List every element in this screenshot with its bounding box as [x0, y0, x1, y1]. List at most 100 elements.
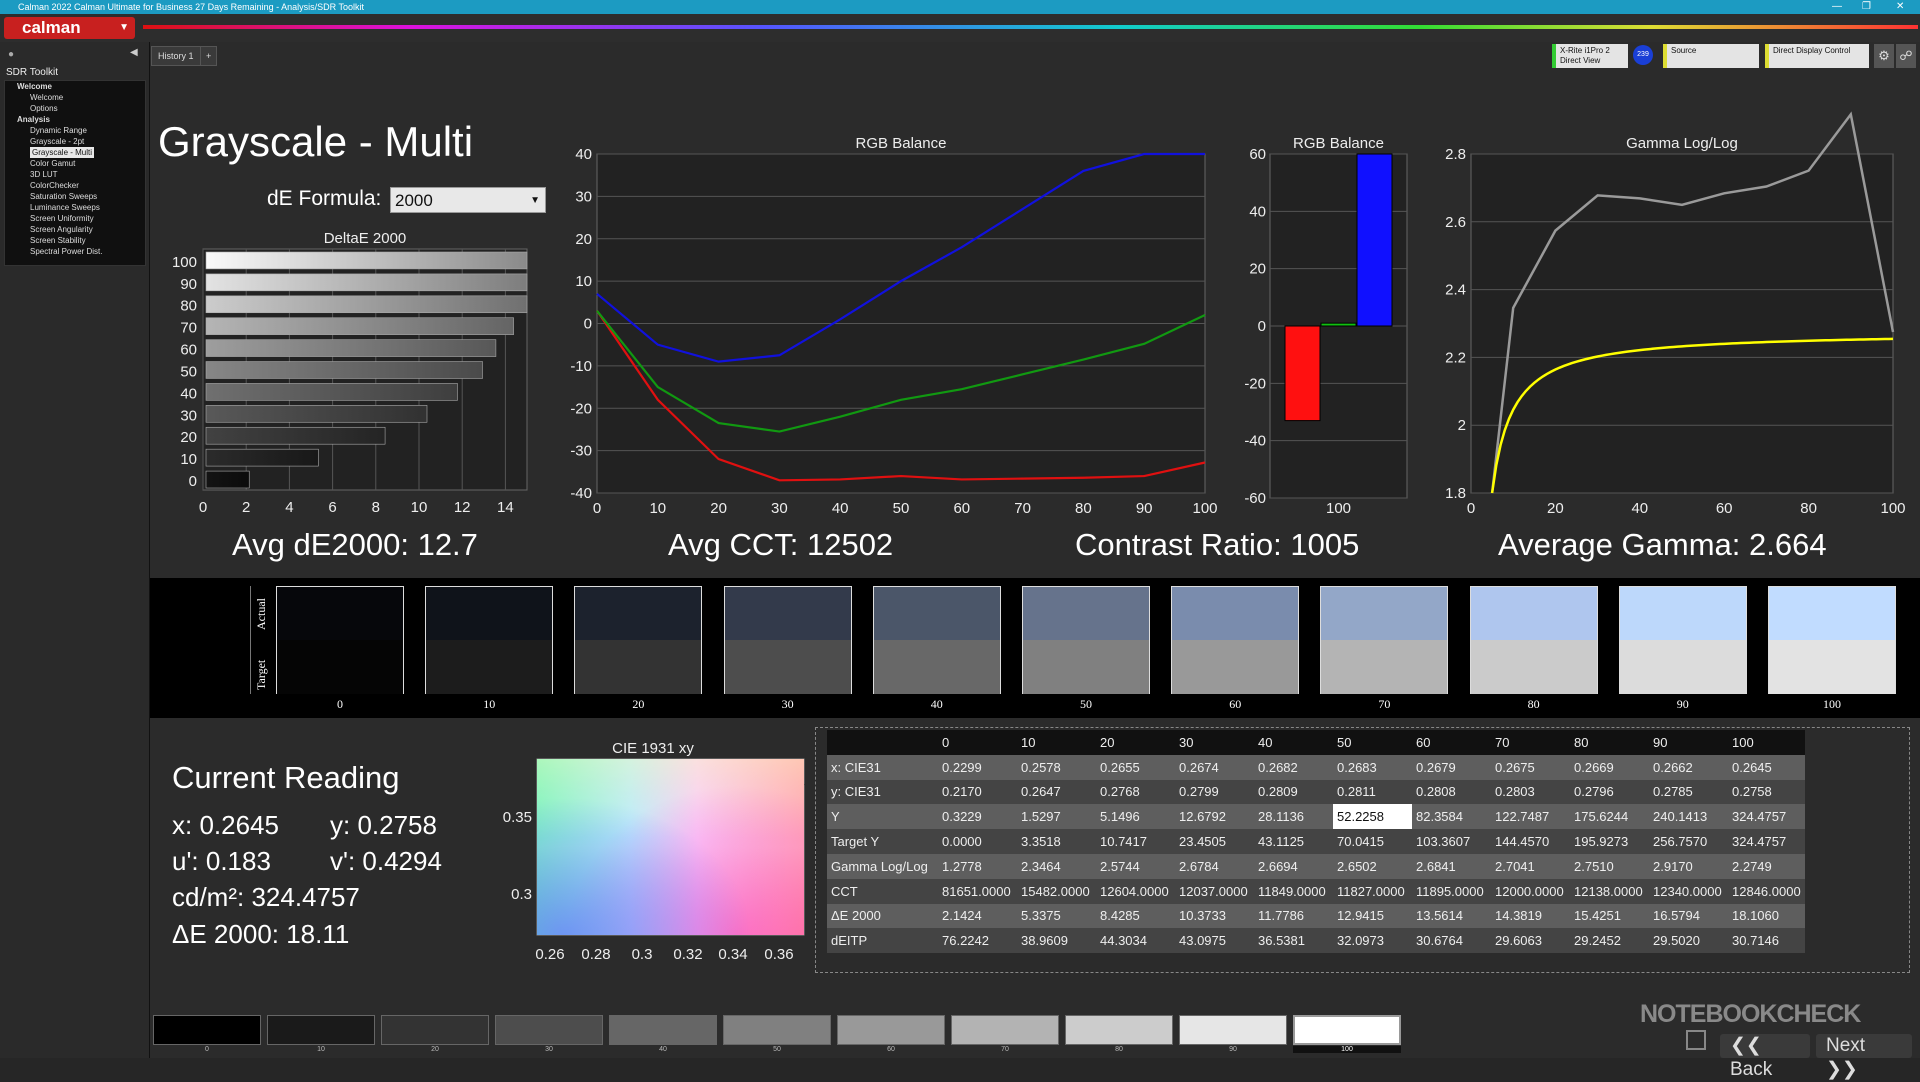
table-cell[interactable]: 0.2645	[1728, 754, 1805, 780]
table-cell[interactable]: 0.0000	[938, 829, 1017, 854]
patch-button[interactable]	[1065, 1015, 1173, 1045]
table-cell[interactable]: 5.3375	[1017, 903, 1096, 929]
table-cell[interactable]: 11849.0000	[1254, 878, 1333, 904]
table-cell[interactable]: 0.2811	[1333, 779, 1412, 805]
table-cell[interactable]: 12604.0000	[1096, 878, 1175, 904]
table-cell[interactable]: 2.1424	[938, 903, 1017, 929]
table-cell[interactable]: 11827.0000	[1333, 878, 1412, 904]
patch-button[interactable]	[381, 1015, 489, 1045]
table-cell[interactable]: 14.3819	[1491, 903, 1570, 929]
table-cell[interactable]: 5.1496	[1096, 804, 1175, 830]
table-cell[interactable]: 81651.0000	[938, 878, 1017, 904]
table-cell[interactable]: 10.7417	[1096, 829, 1175, 854]
table-cell[interactable]: 15.4251	[1570, 903, 1649, 929]
next-button[interactable]: Next ❯❯	[1816, 1034, 1912, 1080]
table-cell[interactable]: 44.3034	[1096, 928, 1175, 954]
table-cell[interactable]: 12000.0000	[1491, 878, 1570, 904]
table-cell[interactable]: 29.6063	[1491, 928, 1570, 954]
table-cell[interactable]: 2.6694	[1254, 853, 1333, 879]
table-cell[interactable]: 29.5020	[1649, 928, 1728, 954]
table-cell[interactable]: 0.2662	[1649, 754, 1728, 780]
table-cell[interactable]: 11.7786	[1254, 903, 1333, 929]
table-cell[interactable]: 0.2578	[1017, 754, 1096, 780]
table-cell[interactable]: 324.4757	[1728, 804, 1805, 830]
table-cell[interactable]: 144.4570	[1491, 829, 1570, 854]
table-cell[interactable]: 23.4505	[1175, 829, 1254, 854]
table-cell[interactable]: 0.2809	[1254, 779, 1333, 805]
table-cell[interactable]: 2.6784	[1175, 853, 1254, 879]
table-cell[interactable]: 38.9609	[1017, 928, 1096, 954]
table-cell[interactable]: 0.2785	[1649, 779, 1728, 805]
table-cell[interactable]: 16.5794	[1649, 903, 1728, 929]
table-cell[interactable]: 70.0415	[1333, 829, 1412, 854]
table-cell[interactable]: 2.6502	[1333, 853, 1412, 879]
table-cell[interactable]: 2.7510	[1570, 853, 1649, 879]
patch-button[interactable]	[153, 1015, 261, 1045]
table-cell[interactable]: 0.2683	[1333, 754, 1412, 780]
table-cell[interactable]: 18.1060	[1728, 903, 1805, 929]
table-cell[interactable]: 0.2675	[1491, 754, 1570, 780]
table-cell[interactable]: 0.2647	[1017, 779, 1096, 805]
table-cell[interactable]: 12.9415	[1333, 903, 1412, 929]
table-cell[interactable]: 32.0973	[1333, 928, 1412, 954]
table-cell[interactable]: 3.3518	[1017, 829, 1096, 854]
table-cell[interactable]: 0.2674	[1175, 754, 1254, 780]
table-cell[interactable]: 29.2452	[1570, 928, 1649, 954]
table-cell[interactable]: 0.2799	[1175, 779, 1254, 805]
table-cell[interactable]: 12846.0000	[1728, 878, 1805, 904]
patch-button[interactable]	[723, 1015, 831, 1045]
table-cell[interactable]: 8.4285	[1096, 903, 1175, 929]
table-cell[interactable]: 122.7487	[1491, 804, 1570, 830]
table-cell[interactable]: 1.2778	[938, 853, 1017, 879]
table-cell[interactable]: 2.3464	[1017, 853, 1096, 879]
patch-button[interactable]	[837, 1015, 945, 1045]
table-cell[interactable]: 2.2749	[1728, 853, 1805, 879]
table-cell[interactable]: 1.5297	[1017, 804, 1096, 830]
back-button[interactable]: ❮❮ Back	[1720, 1034, 1810, 1080]
table-cell[interactable]: 82.3584	[1412, 804, 1491, 830]
table-cell[interactable]: 36.5381	[1254, 928, 1333, 954]
table-cell[interactable]: 0.2655	[1096, 754, 1175, 780]
table-cell[interactable]: 43.0975	[1175, 928, 1254, 954]
table-cell[interactable]: 2.7041	[1491, 853, 1570, 879]
table-cell[interactable]: 15482.0000	[1017, 878, 1096, 904]
table-cell[interactable]: 10.3733	[1175, 903, 1254, 929]
table-cell[interactable]: 0.3229	[938, 804, 1017, 830]
table-cell[interactable]: 13.5614	[1412, 903, 1491, 929]
fullscreen-icon[interactable]	[1686, 1030, 1706, 1050]
table-cell[interactable]: 0.2682	[1254, 754, 1333, 780]
table-cell[interactable]: 11895.0000	[1412, 878, 1491, 904]
table-cell[interactable]: 0.2768	[1096, 779, 1175, 805]
patch-button[interactable]	[951, 1015, 1059, 1045]
patch-button[interactable]	[495, 1015, 603, 1045]
table-cell[interactable]: 0.2796	[1570, 779, 1649, 805]
patch-button[interactable]	[609, 1015, 717, 1045]
table-cell[interactable]: 0.2679	[1412, 754, 1491, 780]
table-cell[interactable]: 103.3607	[1412, 829, 1491, 854]
table-cell[interactable]: 0.2170	[938, 779, 1017, 805]
table-cell[interactable]: 30.6764	[1412, 928, 1491, 954]
table-cell[interactable]: 12138.0000	[1570, 878, 1649, 904]
patch-button[interactable]	[1179, 1015, 1287, 1045]
patch-button[interactable]	[1293, 1015, 1401, 1045]
table-cell[interactable]: 195.9273	[1570, 829, 1649, 854]
table-cell[interactable]: 12340.0000	[1649, 878, 1728, 904]
table-cell[interactable]: 43.1125	[1254, 829, 1333, 854]
table-cell[interactable]: 2.5744	[1096, 853, 1175, 879]
patch-button[interactable]	[267, 1015, 375, 1045]
table-cell[interactable]: 2.9170	[1649, 853, 1728, 879]
table-cell[interactable]: 2.6841	[1412, 853, 1491, 879]
table-cell[interactable]: 76.2242	[938, 928, 1017, 954]
table-cell[interactable]: 0.2299	[938, 754, 1017, 780]
table-cell[interactable]: 256.7570	[1649, 829, 1728, 854]
table-cell[interactable]: 52.2258	[1333, 804, 1412, 830]
table-cell[interactable]: 324.4757	[1728, 829, 1805, 854]
table-cell[interactable]: 0.2808	[1412, 779, 1491, 805]
table-cell[interactable]: 30.7146	[1728, 928, 1805, 954]
table-cell[interactable]: 0.2758	[1728, 779, 1805, 805]
table-cell[interactable]: 12.6792	[1175, 804, 1254, 830]
table-cell[interactable]: 175.6244	[1570, 804, 1649, 830]
table-cell[interactable]: 240.1413	[1649, 804, 1728, 830]
table-cell[interactable]: 0.2669	[1570, 754, 1649, 780]
table-cell[interactable]: 0.2803	[1491, 779, 1570, 805]
